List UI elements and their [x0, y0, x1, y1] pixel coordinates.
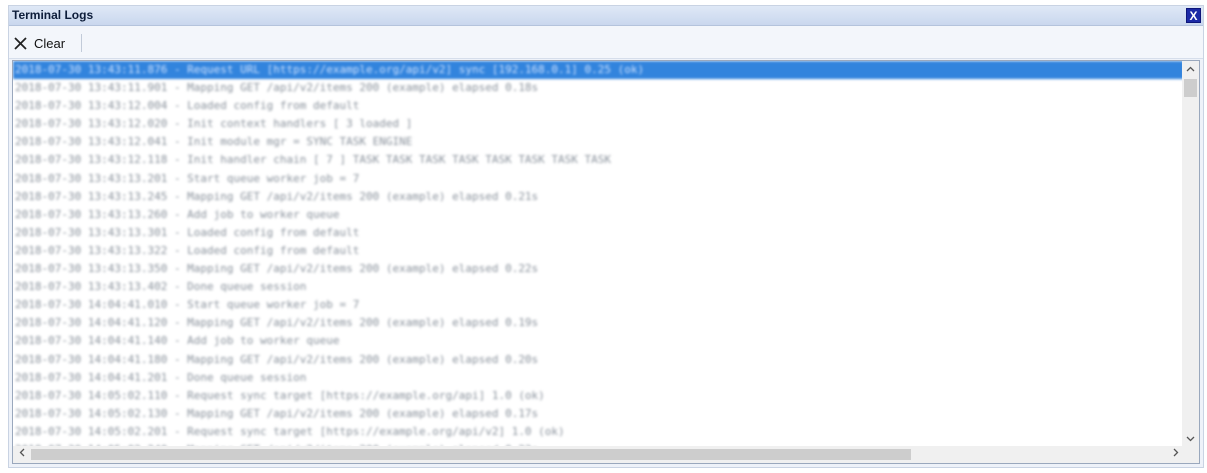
vertical-scrollbar[interactable]	[1182, 61, 1199, 448]
log-line[interactable]: 2018-07-30 13:43:12.020 - Init context h…	[13, 115, 1184, 133]
log-line[interactable]: 2018-07-30 14:04:41.120 - Mapping GET /a…	[13, 314, 1184, 332]
log-line[interactable]: 2018-07-30 13:43:13.322 - Loaded config …	[13, 242, 1184, 260]
log-list[interactable]: 2018-07-30 13:43:11.876 - Request URL [h…	[12, 60, 1200, 464]
log-line[interactable]: 2018-07-30 13:43:13.245 - Mapping GET /a…	[13, 188, 1184, 206]
log-line[interactable]: 2018-07-30 14:04:41.201 - Done queue ses…	[13, 369, 1184, 387]
log-lines: 2018-07-30 13:43:11.876 - Request URL [h…	[13, 61, 1184, 448]
title-bar: Terminal Logs X	[9, 6, 1203, 26]
log-line[interactable]: 2018-07-30 14:05:02.130 - Mapping GET /a…	[13, 405, 1184, 423]
log-line[interactable]: 2018-07-30 13:43:13.350 - Mapping GET /a…	[13, 260, 1184, 278]
log-line[interactable]: 2018-07-30 14:04:41.010 - Start queue wo…	[13, 296, 1184, 314]
close-button[interactable]: X	[1186, 8, 1201, 23]
log-line[interactable]: 2018-07-30 14:04:41.140 - Add job to wor…	[13, 332, 1184, 350]
log-line[interactable]: 2018-07-30 13:43:13.301 - Loaded config …	[13, 224, 1184, 242]
window-title: Terminal Logs	[12, 8, 94, 22]
scroll-corner	[1182, 446, 1199, 463]
log-line[interactable]: 2018-07-30 13:43:13.201 - Start queue wo…	[13, 170, 1184, 188]
toolbar: Clear	[9, 26, 1203, 59]
log-line[interactable]: 2018-07-30 14:05:02.110 - Request sync t…	[13, 387, 1184, 405]
log-line[interactable]: 2018-07-30 13:43:11.901 - Mapping GET /a…	[13, 79, 1184, 97]
horizontal-scrollbar[interactable]	[13, 446, 1184, 463]
log-line[interactable]: 2018-07-30 14:04:41.180 - Mapping GET /a…	[13, 351, 1184, 369]
log-line[interactable]: 2018-07-30 13:43:11.876 - Request URL [h…	[13, 61, 1184, 80]
chevron-up-icon[interactable]	[1182, 61, 1199, 78]
log-line[interactable]: 2018-07-30 13:43:13.402 - Done queue ses…	[13, 278, 1184, 296]
vertical-scroll-thumb[interactable]	[1184, 79, 1197, 97]
log-line[interactable]: 2018-07-30 13:43:13.260 - Add job to wor…	[13, 206, 1184, 224]
x-icon	[14, 36, 27, 50]
horizontal-scroll-thumb[interactable]	[31, 449, 911, 460]
toolbar-separator	[81, 34, 82, 52]
clear-button-label: Clear	[34, 35, 66, 51]
terminal-logs-window: Terminal Logs X Clear 2018-07-30 13:43:1…	[8, 5, 1204, 468]
clear-button[interactable]: Clear	[13, 32, 65, 54]
log-line[interactable]: 2018-07-30 13:43:12.004 - Loaded config …	[13, 97, 1184, 115]
log-line[interactable]: 2018-07-30 13:43:12.118 - Init handler c…	[13, 151, 1184, 169]
log-line[interactable]: 2018-07-30 14:05:02.201 - Request sync t…	[13, 423, 1184, 441]
log-line[interactable]: 2018-07-30 13:43:12.041 - Init module mg…	[13, 133, 1184, 151]
chevron-left-icon[interactable]	[13, 446, 30, 463]
